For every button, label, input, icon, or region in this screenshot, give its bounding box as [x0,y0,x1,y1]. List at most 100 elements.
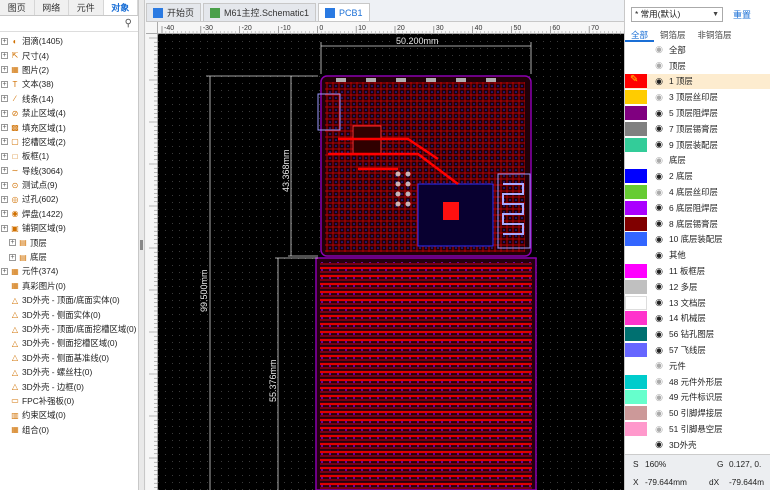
eye-icon[interactable]: ◉ [653,108,665,119]
layer-row[interactable]: ◉ 13 文档层 [625,295,770,311]
eye-icon[interactable]: ◉ [653,329,665,340]
layer-color-swatch[interactable]: ✎ [625,74,647,89]
tree-item[interactable]: △ 3D外壳 - 边框(0) [0,379,138,393]
left-tab-2[interactable]: 元件 [69,0,104,15]
layer-row[interactable]: ◉ 3 顶层丝印层 [625,89,770,105]
expand-toggle-icon[interactable]: + [1,95,8,103]
layer-color-swatch[interactable] [625,216,647,231]
pcb-drawing[interactable]: 50.200mm 99.500mm 43.368mm 55.376mm [158,34,624,490]
expand-toggle-icon[interactable]: + [1,152,8,160]
tree-item[interactable]: + ▢ 挖槽区域(2) [0,135,138,149]
expand-toggle-icon[interactable]: + [1,195,8,203]
layer-row[interactable]: ◉ 9 顶层装配层 [625,137,770,153]
expand-toggle-icon[interactable]: + [1,267,8,275]
layer-filter-tab-2[interactable]: 非铜箔层 [692,28,738,42]
eye-icon[interactable]: ◉ [653,360,665,371]
layer-color-swatch[interactable] [625,327,647,342]
eye-icon[interactable]: ◉ [653,60,665,71]
expand-toggle-icon[interactable]: + [1,138,8,146]
eye-icon[interactable]: ◉ [653,44,665,55]
expand-toggle-icon[interactable]: + [1,124,8,132]
layer-color-swatch[interactable] [625,264,647,279]
expand-toggle-icon[interactable]: + [1,224,8,232]
layer-row[interactable]: ◉ 全部 [625,42,770,58]
layer-color-swatch[interactable] [625,90,647,105]
eye-icon[interactable]: ◉ [653,281,665,292]
layer-row[interactable]: ◉ 6 底层阻焊层 [625,200,770,216]
eye-icon[interactable]: ◉ [653,392,665,403]
layer-group-row[interactable]: ◉ 顶层 [625,58,770,74]
layer-filter-tab-1[interactable]: 铜箔层 [654,28,692,42]
tree-item[interactable]: ▭ FPC补强板(0) [0,394,138,408]
layer-row[interactable]: ◉ 4 底层丝印层 [625,184,770,200]
eye-icon[interactable]: ◉ [653,408,665,419]
eye-icon[interactable]: ◉ [653,250,665,261]
layer-color-swatch[interactable] [625,106,647,121]
doc-tab-0[interactable]: 开始页 [146,3,202,21]
tree-item[interactable]: + ⇱ 尺寸(4) [0,48,138,62]
expand-toggle-icon[interactable]: + [1,210,8,218]
splitter-grip[interactable] [140,240,143,250]
eye-icon[interactable]: ◉ [653,297,665,308]
layer-row[interactable]: ◉ 51 引脚悬空层 [625,421,770,437]
tree-item[interactable]: △ 3D外壳 - 顶面/底面挖槽区域(0) [0,322,138,336]
layer-filter-tab-0[interactable]: 全部 [625,28,655,42]
tree-item[interactable]: + ▤ 顶层 [0,235,138,249]
layer-color-swatch[interactable] [625,390,647,405]
tree-item[interactable]: + ◉ 焊盘(1422) [0,207,138,221]
eye-icon[interactable]: ◉ [653,155,665,166]
layer-color-swatch[interactable] [625,374,647,389]
tree-item[interactable]: + T 文本(38) [0,77,138,91]
tree-item[interactable]: △ 3D外壳 - 顶面/底面实体(0) [0,293,138,307]
expand-toggle-icon[interactable]: + [1,66,8,74]
layer-color-swatch[interactable] [625,406,647,421]
tree-item[interactable]: + ⊘ 禁止区域(4) [0,106,138,120]
layer-group-row[interactable]: ◉ 底层 [625,153,770,169]
left-tab-3[interactable]: 对象 [103,0,138,15]
eye-icon[interactable]: ◉ [653,424,665,435]
layer-row[interactable]: ◉ 50 引脚焊接层 [625,405,770,421]
eye-icon[interactable]: ◉ [653,345,665,356]
tree-item[interactable]: + ▦ 图片(2) [0,63,138,77]
layer-row[interactable]: ◉ 57 飞线层 [625,342,770,358]
layer-color-swatch[interactable] [625,311,647,326]
left-tab-0[interactable]: 图页 [0,0,35,15]
expand-toggle-icon[interactable]: + [1,109,8,117]
eye-icon[interactable]: ◉ [653,187,665,198]
tree-item[interactable]: + ▣ 铺铜区域(9) [0,221,138,235]
tree-item[interactable]: ▦ 组合(0) [0,423,138,437]
expand-toggle-icon[interactable]: + [1,167,8,175]
layer-color-swatch[interactable] [625,200,647,215]
tree-item[interactable]: △ 3D外壳 - 侧面基准线(0) [0,351,138,365]
tree-item[interactable]: + □ 板框(1) [0,149,138,163]
doc-tab-1[interactable]: M61主控.Schematic1 [203,3,317,21]
eye-icon[interactable]: ◉ [653,171,665,182]
expand-toggle-icon[interactable]: + [9,239,16,247]
doc-tab-2[interactable]: PCB1 [318,3,370,21]
tree-item[interactable]: + ⊙ 测试点(9) [0,178,138,192]
layer-color-swatch[interactable] [625,343,647,358]
layer-row[interactable]: ◉ 12 多层 [625,279,770,295]
eye-icon[interactable]: ◉ [653,92,665,103]
tree-item[interactable]: + ▩ 填充区域(1) [0,120,138,134]
pcb-canvas[interactable]: 50.200mm 99.500mm 43.368mm 55.376mm [158,34,624,490]
tree-item[interactable]: ▥ 约束区域(0) [0,408,138,422]
layer-row[interactable]: ◉ 11 板框层 [625,263,770,279]
eye-icon[interactable]: ◉ [653,139,665,150]
layer-group-row[interactable]: ◉ 其他 [625,247,770,263]
eye-icon[interactable]: ◉ [653,313,665,324]
reset-button[interactable]: 重置 [733,8,751,21]
tree-item[interactable]: △ 3D外壳 - 侧面挖槽区域(0) [0,336,138,350]
expand-toggle-icon[interactable]: + [1,37,8,45]
eye-icon[interactable]: ◉ [653,439,665,450]
layer-color-swatch[interactable] [625,279,647,294]
layer-group-row[interactable]: ◉ 元件 [625,358,770,374]
expand-toggle-icon[interactable]: + [1,52,8,60]
expand-toggle-icon[interactable]: + [1,80,8,88]
layer-color-swatch[interactable] [625,295,647,310]
layer-preset-select[interactable]: * 常用(默认) ▼ [631,6,723,22]
layer-row[interactable]: ◉ 56 钻孔图层 [625,326,770,342]
eye-icon[interactable]: ◉ [653,218,665,229]
layer-row[interactable]: ◉ 8 底层锡膏层 [625,216,770,232]
left-tab-1[interactable]: 网络 [35,0,69,15]
